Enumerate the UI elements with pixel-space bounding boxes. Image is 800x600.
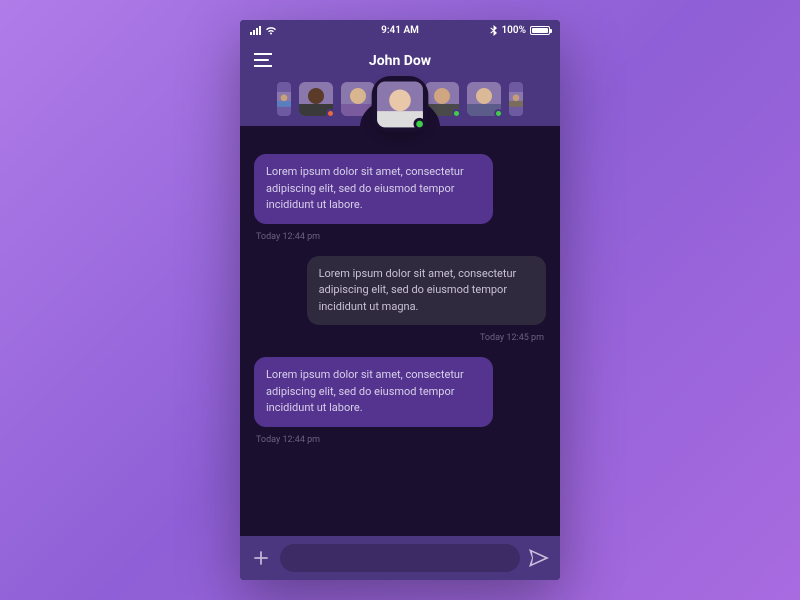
chat-title: John Dow [369, 53, 431, 69]
attach-button[interactable] [250, 547, 272, 569]
message-timestamp: Today 12:44 pm [256, 232, 320, 242]
contact-avatar[interactable] [377, 81, 423, 127]
message-timestamp: Today 12:45 pm [480, 333, 544, 343]
avatar-icon [509, 82, 523, 116]
contact-avatar[interactable] [509, 82, 523, 116]
chat-area[interactable]: Lorem ipsum dolor sit amet, consectetur … [240, 126, 560, 536]
battery-text: 100% [501, 25, 526, 36]
battery-icon [530, 26, 550, 35]
avatar-icon [277, 82, 291, 116]
message-input[interactable] [280, 544, 520, 572]
plus-icon [253, 550, 269, 566]
send-icon [529, 549, 549, 567]
contact-avatar[interactable] [277, 82, 291, 116]
incoming-message: Lorem ipsum dolor sit amet, consectetur … [254, 357, 493, 427]
presence-dot [452, 109, 461, 118]
wifi-icon [265, 26, 277, 35]
presence-dot [494, 109, 503, 118]
contact-avatar[interactable] [467, 82, 501, 116]
contact-avatar[interactable] [299, 82, 333, 116]
status-bar: 9:41 AM 100% [240, 20, 560, 40]
phone-frame: 9:41 AM 100% John Dow [240, 20, 560, 580]
send-button[interactable] [528, 547, 550, 569]
bluetooth-icon [490, 25, 497, 36]
contacts-strip[interactable] [250, 76, 550, 126]
status-time: 9:41 AM [381, 25, 419, 36]
menu-button[interactable] [254, 52, 272, 71]
message-input-bar [240, 536, 560, 580]
hamburger-icon [254, 53, 272, 67]
chat-header: John Dow [240, 40, 560, 126]
message-timestamp: Today 12:44 pm [256, 435, 320, 445]
incoming-message: Lorem ipsum dolor sit amet, consectetur … [254, 154, 493, 224]
presence-dot [326, 109, 335, 118]
presence-dot [414, 118, 426, 130]
signal-icon [250, 26, 261, 35]
outgoing-message: Lorem ipsum dolor sit amet, consectetur … [307, 256, 546, 326]
